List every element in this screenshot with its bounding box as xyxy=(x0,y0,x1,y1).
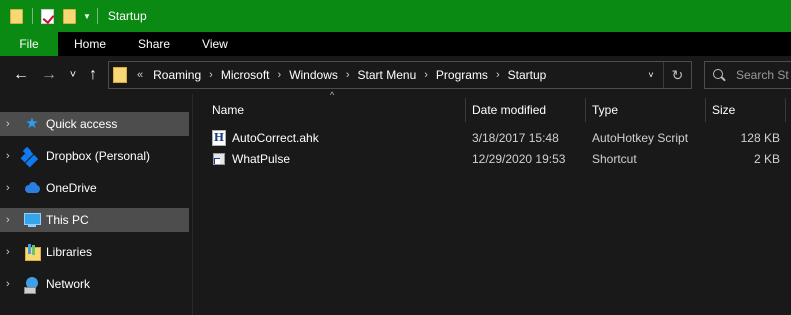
ribbon-tabs: File Home Share View xyxy=(0,32,791,56)
breadcrumb-overflow[interactable]: « xyxy=(135,69,147,81)
column-header-name[interactable]: Name xyxy=(206,98,466,122)
address-row: ← → ˅ ↑ « Roaming › Microsoft › Windows … xyxy=(0,56,791,94)
sidebar-item-libraries[interactable]: › Libraries xyxy=(0,240,189,264)
file-date-modified: 12/29/2020 19:53 xyxy=(472,152,566,166)
star-icon: ★ xyxy=(25,115,39,132)
breadcrumb-separator[interactable]: › xyxy=(422,69,430,81)
file-row[interactable]: WhatPulse 12/29/2020 19:53 Shortcut 2 KB xyxy=(210,149,791,169)
dropbox-icon xyxy=(24,148,40,164)
file-name[interactable]: AutoCorrect.ahk xyxy=(232,128,319,148)
file-name[interactable]: WhatPulse xyxy=(232,149,290,169)
breadcrumb-programs[interactable]: Programs xyxy=(430,68,494,82)
properties-icon[interactable] xyxy=(39,8,55,24)
shortcut-icon xyxy=(213,153,225,165)
file-row[interactable]: H AutoCorrect.ahk 3/18/2017 15:48 AutoHo… xyxy=(210,128,791,148)
breadcrumb-separator[interactable]: › xyxy=(344,69,352,81)
column-header-date-modified[interactable]: Date modified xyxy=(466,98,586,122)
tab-view[interactable]: View xyxy=(186,32,244,56)
title-bar: ▼ Startup xyxy=(0,0,791,32)
file-size: 128 KB xyxy=(740,131,780,145)
navigation-pane: › ★ Quick access › Dropbox (Personal) › … xyxy=(0,94,193,315)
sidebar-item-onedrive[interactable]: › OneDrive xyxy=(0,176,189,200)
column-header-type[interactable]: Type xyxy=(586,98,706,122)
sidebar-item-this-pc[interactable]: › This PC xyxy=(0,208,189,232)
breadcrumb-separator[interactable]: › xyxy=(207,69,215,81)
window-title: Startup xyxy=(107,9,147,23)
address-dropdown-button[interactable]: ˅ xyxy=(641,62,661,88)
this-pc-icon xyxy=(24,212,41,228)
file-type: AutoHotkey Script xyxy=(592,131,689,145)
refresh-button[interactable]: ↻ xyxy=(663,62,691,88)
search-icon xyxy=(713,68,726,82)
expand-chevron-icon[interactable]: › xyxy=(6,150,16,162)
search-box[interactable]: Search St xyxy=(704,61,791,89)
title-separator xyxy=(32,8,33,24)
folder-icon xyxy=(113,67,127,83)
tab-home[interactable]: Home xyxy=(58,32,122,56)
expand-chevron-icon[interactable]: › xyxy=(6,246,16,258)
recent-locations-button[interactable]: ˅ xyxy=(62,63,84,87)
libraries-icon xyxy=(24,244,41,261)
folder-icon[interactable] xyxy=(8,8,24,24)
tab-share[interactable]: Share xyxy=(122,32,186,56)
address-bar[interactable]: « Roaming › Microsoft › Windows › Start … xyxy=(108,61,692,89)
file-size: 2 KB xyxy=(753,152,780,166)
customize-quick-access-icon[interactable]: ▼ xyxy=(83,12,91,21)
title-separator xyxy=(96,8,98,24)
autohotkey-file-icon: H xyxy=(212,130,226,146)
breadcrumb-separator[interactable]: › xyxy=(276,69,284,81)
breadcrumb-roaming[interactable]: Roaming xyxy=(147,68,207,82)
new-folder-icon[interactable] xyxy=(61,8,77,24)
up-button[interactable]: ↑ xyxy=(82,63,104,87)
breadcrumb-windows[interactable]: Windows xyxy=(283,68,344,82)
sidebar-item-label: Network xyxy=(46,277,91,291)
file-date-modified: 3/18/2017 15:48 xyxy=(472,131,559,145)
sidebar-item-label: This PC xyxy=(46,213,89,227)
sidebar-item-label: OneDrive xyxy=(46,181,97,195)
tab-file[interactable]: File xyxy=(0,32,58,56)
network-icon xyxy=(24,276,40,294)
back-button[interactable]: ← xyxy=(10,63,32,87)
sidebar-item-label: Quick access xyxy=(46,117,118,131)
forward-button[interactable]: → xyxy=(38,63,60,87)
sidebar-item-label: Dropbox (Personal) xyxy=(46,149,151,163)
onedrive-icon xyxy=(24,180,40,196)
column-header-size[interactable]: Size xyxy=(706,98,786,122)
file-list: ^ Name Date modified Type Size H AutoCor… xyxy=(194,90,791,315)
expand-chevron-icon[interactable]: › xyxy=(6,182,16,194)
expand-chevron-icon[interactable]: › xyxy=(6,278,16,290)
sidebar-item-label: Libraries xyxy=(46,245,93,259)
breadcrumb-start-menu[interactable]: Start Menu xyxy=(352,68,423,82)
file-type: Shortcut xyxy=(592,152,637,166)
breadcrumb-startup[interactable]: Startup xyxy=(502,68,553,82)
search-input[interactable]: Search St xyxy=(736,68,789,82)
sidebar-item-dropbox[interactable]: › Dropbox (Personal) xyxy=(0,144,189,168)
expand-chevron-icon[interactable]: › xyxy=(6,214,16,226)
sidebar-item-quick-access[interactable]: › ★ Quick access xyxy=(0,112,189,136)
expand-chevron-icon[interactable]: › xyxy=(6,118,16,130)
sidebar-item-network[interactable]: › Network xyxy=(0,272,189,296)
breadcrumb-microsoft[interactable]: Microsoft xyxy=(215,68,276,82)
breadcrumb-separator[interactable]: › xyxy=(494,69,502,81)
